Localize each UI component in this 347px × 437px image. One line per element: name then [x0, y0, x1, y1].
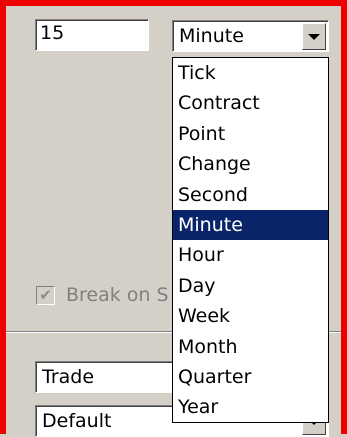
highlight-border-right: [341, 0, 347, 434]
interval-unit-select[interactable]: Minute: [172, 20, 329, 52]
highlight-border-left: [0, 0, 6, 434]
unit-option-minute[interactable]: Minute: [173, 209, 328, 241]
template-selected: Default: [42, 410, 112, 432]
interval-unit-dropdown-list: Tick Contract Point Change Second Minute…: [172, 57, 329, 423]
interval-value-input[interactable]: 15: [35, 19, 149, 51]
dialog-panel: 15 Minute ✔ Break on S Trade Default Tic…: [0, 0, 347, 437]
unit-option-point[interactable]: Point: [173, 119, 328, 149]
data-type-selected: Trade: [42, 366, 95, 388]
unit-option-week[interactable]: Week: [173, 301, 328, 331]
unit-option-month[interactable]: Month: [173, 332, 328, 362]
unit-option-day[interactable]: Day: [173, 271, 328, 301]
highlight-border-top: [0, 0, 347, 6]
unit-option-change[interactable]: Change: [173, 149, 328, 179]
break-on-session-checkbox[interactable]: ✔: [36, 286, 55, 305]
unit-option-second[interactable]: Second: [173, 180, 328, 210]
break-on-session-label: Break on S: [66, 284, 169, 306]
checkmark-icon: ✔: [39, 286, 52, 304]
interval-unit-dropdown-button[interactable]: [302, 23, 326, 50]
interval-value-text: 15: [40, 22, 65, 44]
unit-option-tick[interactable]: Tick: [173, 58, 328, 88]
chevron-down-icon: [308, 33, 320, 40]
unit-option-quarter[interactable]: Quarter: [173, 362, 328, 392]
interval-unit-selected: Minute: [179, 25, 244, 47]
unit-option-year[interactable]: Year: [173, 392, 328, 422]
unit-option-hour[interactable]: Hour: [173, 240, 328, 270]
unit-option-contract[interactable]: Contract: [173, 88, 328, 118]
